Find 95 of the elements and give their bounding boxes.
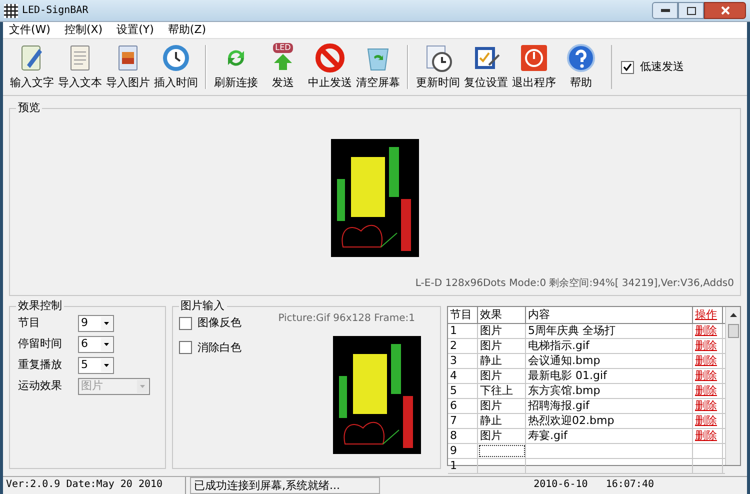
delete-link[interactable]: 删除: [693, 369, 723, 383]
dropdown[interactable]: 6: [78, 336, 114, 353]
status-message: 已成功连接到屏幕,系统就绪...: [190, 477, 380, 494]
maximize-icon: [686, 6, 696, 14]
help-icon: [566, 42, 596, 73]
table-cell: 下往上: [478, 384, 526, 398]
version-info: Ver:2.0.9 Date:May 20 2010: [3, 477, 186, 494]
table-cell: 图片: [478, 339, 526, 353]
column-header: 效果: [478, 307, 526, 323]
table-cell: 会议通知.bmp: [526, 354, 693, 368]
toolbar-button[interactable]: 帮助: [559, 42, 603, 92]
table-cell: 图片: [478, 369, 526, 383]
grid-app-icon: [4, 4, 18, 18]
table-cell: 6: [448, 399, 478, 413]
table-cell: 7: [448, 414, 478, 428]
toolbar-button[interactable]: LED 发送: [261, 42, 305, 92]
table-cell: 静止: [478, 354, 526, 368]
scroll-thumb[interactable]: [728, 324, 738, 338]
minimize-button[interactable]: [652, 2, 678, 19]
table-cell: 2: [448, 339, 478, 353]
minimize-icon: [660, 9, 670, 12]
delete-link[interactable]: 删除: [693, 414, 723, 428]
clock-icon: [161, 42, 191, 73]
caret-icon: [137, 380, 148, 393]
delete-link[interactable]: 删除: [693, 429, 723, 443]
scrollbar[interactable]: [725, 307, 740, 465]
table-cell: 3: [448, 354, 478, 368]
delete-link[interactable]: 删除: [693, 384, 723, 398]
led-label: LED: [273, 42, 293, 53]
checkbox-label: 消除白色: [198, 340, 242, 356]
delete-link[interactable]: 删除: [693, 354, 723, 368]
toolbar-button[interactable]: 退出程序: [511, 42, 557, 92]
table-cell: 图片: [478, 324, 526, 338]
caret-icon: [101, 359, 112, 372]
toolbar-button[interactable]: 输入文字: [9, 42, 55, 92]
field-label: 停留时间: [18, 336, 63, 352]
field-label: 节目: [18, 315, 41, 332]
table-cell: 9: [448, 444, 478, 458]
checkbox-label: 低速发送: [640, 58, 684, 75]
caret-icon: [101, 317, 112, 330]
table-cell: 1: [448, 459, 478, 473]
device-info: L-E-D 128x96Dots Mode:0 剩余空间:94%[ 34219],Ver:V36,Adds0: [415, 276, 734, 291]
column-header: 操作: [693, 307, 723, 323]
toolbar-button[interactable]: 导入文本: [57, 42, 103, 92]
option-checkbox[interactable]: [178, 316, 192, 330]
menu-item[interactable]: 控制(X): [64, 22, 103, 38]
table-cell: 图片: [478, 399, 526, 413]
delete-link[interactable]: 删除: [693, 324, 723, 338]
table-cell: 5周年庆典 全场打: [526, 324, 693, 338]
power-icon: [519, 42, 549, 73]
table-cell: 图片: [478, 429, 526, 443]
column-header: 节目: [448, 307, 478, 323]
group-title: 效果控制: [16, 299, 64, 313]
table-cell: 4: [448, 369, 478, 383]
table-cell: 东方宾馆.bmp: [526, 384, 693, 398]
table-cell: 招聘海报.gif: [526, 399, 693, 413]
toolbar-button[interactable]: 更新时间: [415, 42, 461, 92]
table-cell: 8: [448, 429, 478, 443]
table-cell: 最新电影 01.gif: [526, 369, 693, 383]
caret-icon: [101, 338, 112, 351]
table-cell: 静止: [478, 414, 526, 428]
field-label: 运动效果: [18, 378, 63, 394]
option-checkbox[interactable]: [178, 341, 192, 354]
field-label: 重复播放: [18, 357, 63, 374]
table-cell: 1: [448, 324, 478, 338]
toolbar-button[interactable]: 导入图片: [105, 42, 151, 92]
group-title: 预览: [16, 101, 42, 115]
toolbar-button[interactable]: 复位设置: [463, 42, 509, 92]
table-cell: 热烈欢迎02.bmp: [526, 414, 693, 428]
no-entry-icon: [315, 42, 345, 73]
toolbar-button[interactable]: 插入时间: [153, 42, 199, 92]
table-cell: 寿宴.gif: [526, 429, 693, 443]
dropdown[interactable]: 5: [78, 357, 114, 374]
toolbar-button[interactable]: 清空屏幕: [355, 42, 401, 92]
menu-item[interactable]: 文件(W): [9, 22, 50, 38]
picture-info: Picture:Gif 96x128 Frame:1: [278, 312, 415, 326]
menu-item[interactable]: 帮助(Z): [168, 22, 206, 38]
delete-link[interactable]: 删除: [693, 399, 723, 413]
table-cell: 电梯指示.gif: [526, 339, 693, 353]
low-speed-checkbox[interactable]: [621, 60, 634, 74]
close-button[interactable]: [704, 2, 746, 19]
delete-link[interactable]: 删除: [693, 339, 723, 353]
column-header: 内容: [526, 307, 693, 323]
maximize-button[interactable]: [678, 2, 704, 19]
dropdown[interactable]: 9: [78, 315, 114, 332]
group-title: 图片输入: [178, 299, 227, 313]
status-time: 2010-6-10 16:07:40: [532, 478, 655, 492]
scroll-up-arrow-icon[interactable]: [728, 311, 738, 320]
toolbar-button[interactable]: 刷新连接: [213, 42, 259, 92]
table-cell: 5: [448, 384, 478, 398]
close-icon: [720, 6, 730, 15]
checkbox-label: 图像反色: [198, 315, 242, 331]
toolbar-button[interactable]: 中止发送: [307, 42, 353, 92]
window-title: LED-SignBAR: [22, 4, 88, 18]
menu-item[interactable]: 设置(Y): [116, 22, 154, 38]
